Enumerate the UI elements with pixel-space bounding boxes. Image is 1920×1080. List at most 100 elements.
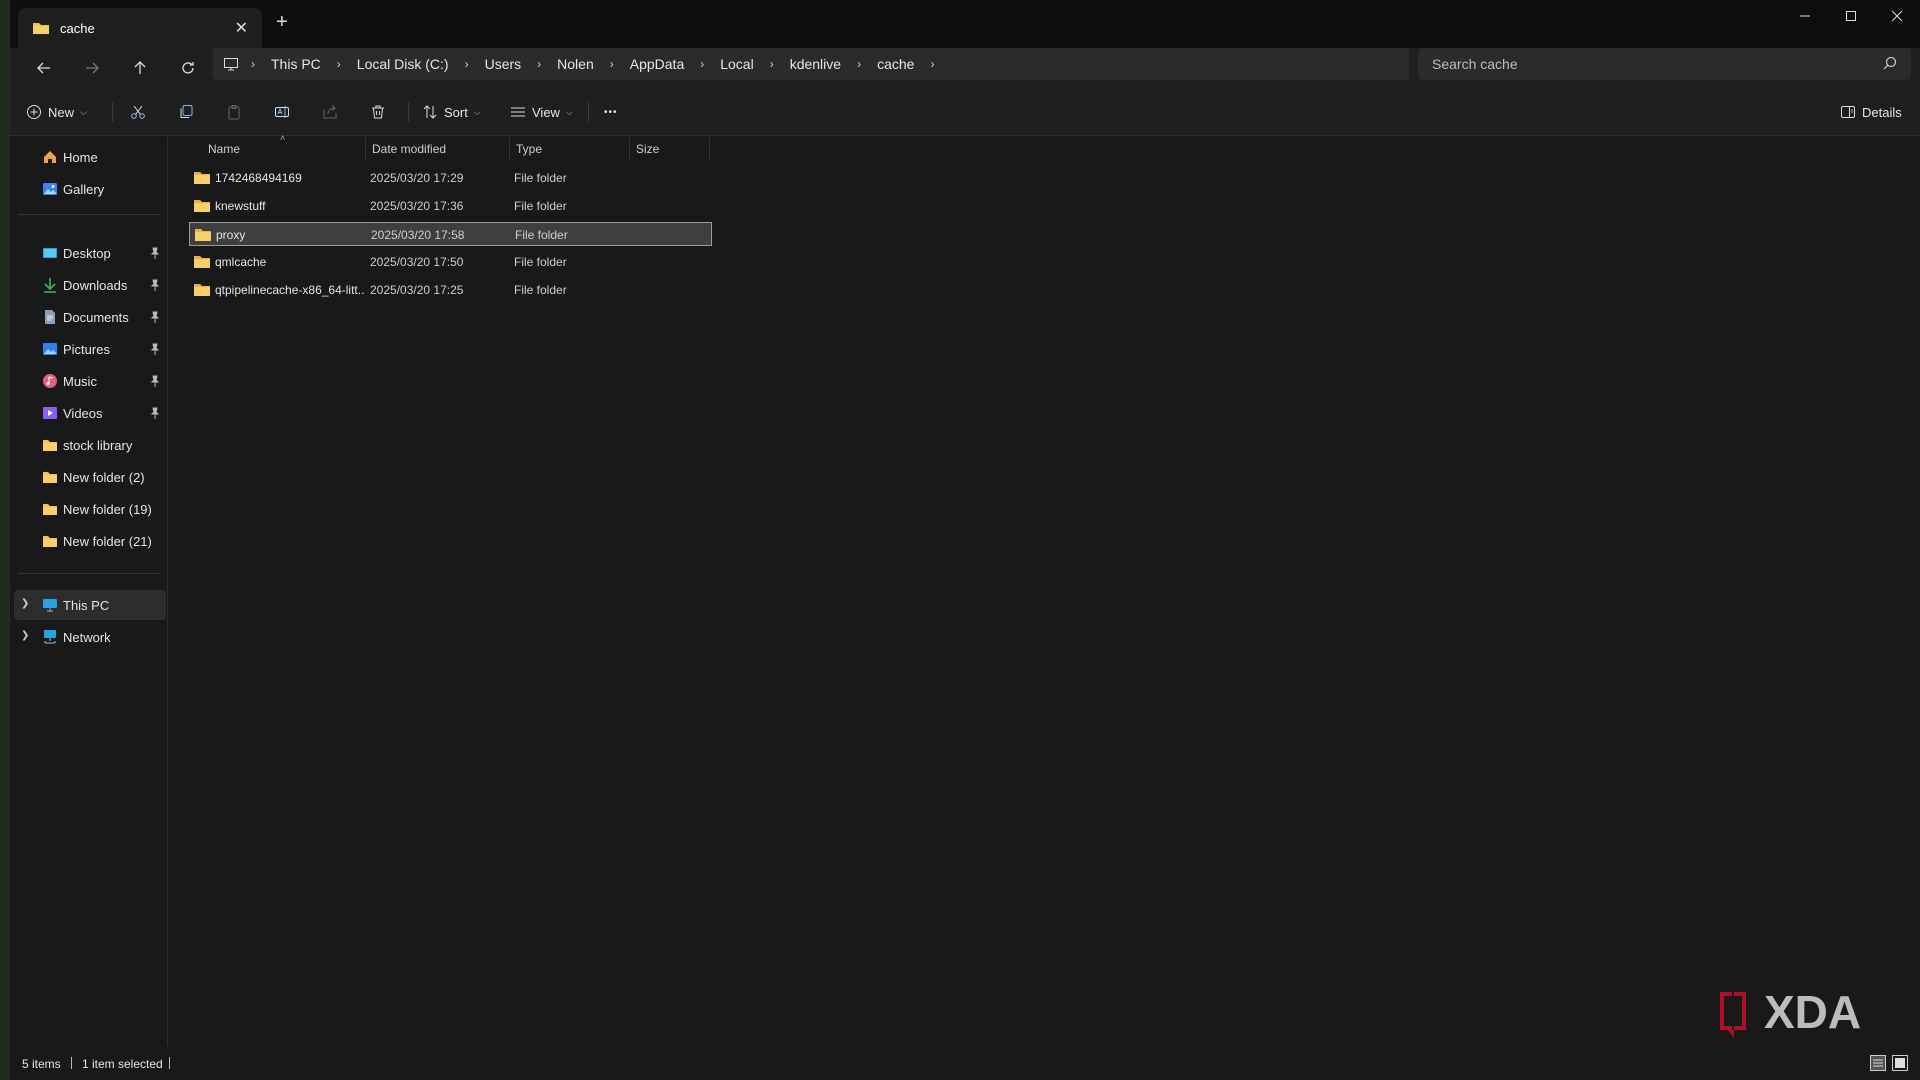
divider	[408, 102, 409, 122]
sidebar-item-home[interactable]: Home	[10, 142, 166, 172]
sidebar-item-new-folder-19[interactable]: New folder (19)	[10, 494, 166, 524]
status-divider	[71, 1057, 72, 1069]
breadcrumb-appdata[interactable]: AppData	[620, 56, 694, 72]
forward-button[interactable]	[76, 56, 108, 80]
file-row[interactable]: knewstuff 2025/03/20 17:36 File folder	[189, 194, 712, 218]
chevron-right-icon[interactable]: ›	[245, 57, 261, 71]
refresh-button[interactable]	[172, 56, 204, 80]
pin-icon[interactable]	[150, 375, 160, 390]
file-row-selected[interactable]: proxy 2025/03/20 17:58 File folder	[189, 222, 712, 246]
sidebar-item-label: New folder (2)	[63, 470, 145, 485]
address-bar[interactable]: › This PC › Local Disk (C:) › Users › No…	[213, 48, 1409, 80]
sidebar-item-label: This PC	[63, 598, 110, 613]
column-divider[interactable]	[365, 137, 366, 161]
chevron-right-icon[interactable]: ›	[764, 57, 780, 71]
chevron-right-icon[interactable]: ›	[924, 57, 940, 71]
breadcrumb-local-disk[interactable]: Local Disk (C:)	[347, 56, 459, 72]
monitor-icon[interactable]	[223, 56, 245, 72]
sidebar-item-stock-library[interactable]: stock library	[10, 430, 166, 460]
pin-icon[interactable]	[150, 311, 160, 326]
column-header-name[interactable]: Name	[208, 137, 348, 161]
close-window-button[interactable]	[1874, 0, 1920, 32]
tiles-view-icon	[1895, 1058, 1905, 1068]
folder-icon	[42, 501, 58, 517]
rename-button[interactable]	[274, 100, 290, 124]
this-pc-icon	[42, 597, 58, 613]
paste-button[interactable]	[226, 100, 242, 124]
details-pane-button[interactable]: Details	[1840, 100, 1902, 124]
column-header-type[interactable]: Type	[516, 137, 626, 161]
file-row[interactable]: qmlcache 2025/03/20 17:50 File folder	[189, 250, 712, 274]
status-divider	[169, 1057, 170, 1069]
chevron-right-icon[interactable]: ›	[851, 57, 867, 71]
chevron-right-icon[interactable]: ›	[694, 57, 710, 71]
up-button[interactable]	[124, 56, 156, 80]
delete-button[interactable]	[370, 100, 386, 124]
share-button[interactable]	[322, 100, 338, 124]
file-explorer-window: cache ✕ + › This PC › Local Disk (C:) ›	[9, 0, 1920, 1080]
details-view-toggle[interactable]	[1870, 1055, 1886, 1071]
breadcrumb-kdenlive[interactable]: kdenlive	[780, 56, 851, 72]
pictures-icon	[42, 341, 58, 357]
pin-icon[interactable]	[150, 247, 160, 262]
file-name: proxy	[216, 228, 246, 242]
paste-icon	[228, 105, 240, 120]
file-date: 2025/03/20 17:29	[370, 171, 464, 185]
sort-button[interactable]: Sort ⌵	[422, 100, 481, 124]
column-header-size[interactable]: Size	[636, 137, 696, 161]
column-divider[interactable]	[629, 137, 630, 161]
breadcrumb-cache[interactable]: cache	[867, 56, 924, 72]
tiles-view-toggle[interactable]	[1892, 1055, 1908, 1071]
breadcrumb-local[interactable]: Local	[710, 56, 763, 72]
close-tab-icon[interactable]: ✕	[235, 18, 248, 38]
sidebar-item-new-folder-21[interactable]: New folder (21)	[10, 526, 166, 556]
plus-circle-icon	[27, 105, 41, 119]
chevron-right-icon[interactable]: ❯	[21, 598, 29, 609]
more-options-button[interactable]: •••	[604, 100, 618, 124]
sidebar-item-downloads[interactable]: Downloads	[10, 270, 166, 300]
file-row[interactable]: qtpipelinecache-x86_64-litt... 2025/03/2…	[189, 278, 712, 302]
file-type: File folder	[514, 199, 567, 213]
music-icon	[42, 373, 58, 389]
pin-icon[interactable]	[150, 279, 160, 294]
chevron-right-icon[interactable]: ›	[604, 57, 620, 71]
sidebar-item-music[interactable]: Music	[10, 366, 166, 396]
sidebar-item-label: New folder (19)	[63, 502, 152, 517]
breadcrumb-users[interactable]: Users	[475, 56, 532, 72]
sidebar-item-label: Home	[63, 150, 98, 165]
new-tab-button[interactable]: +	[276, 12, 288, 32]
minimize-button[interactable]	[1782, 0, 1828, 32]
column-divider[interactable]	[509, 137, 510, 161]
copy-button[interactable]	[178, 100, 194, 124]
folder-icon	[42, 437, 58, 453]
view-button[interactable]: View ⌵	[510, 100, 573, 124]
file-name: qtpipelinecache-x86_64-litt...	[215, 283, 365, 297]
file-date: 2025/03/20 17:58	[371, 228, 465, 242]
tab-cache[interactable]: cache ✕	[18, 8, 262, 48]
pin-icon[interactable]	[150, 343, 160, 358]
column-divider[interactable]	[709, 137, 710, 161]
sidebar-item-videos[interactable]: Videos	[10, 398, 166, 428]
chevron-right-icon[interactable]: ❯	[21, 630, 29, 641]
search-input[interactable]: Search cache	[1418, 48, 1911, 80]
cut-button[interactable]	[130, 100, 146, 124]
pin-icon[interactable]	[150, 407, 160, 422]
sidebar-item-desktop[interactable]: Desktop	[10, 238, 166, 268]
new-button[interactable]: New ⌵	[26, 100, 87, 124]
chevron-right-icon[interactable]: ›	[331, 57, 347, 71]
sidebar-item-gallery[interactable]: Gallery	[10, 174, 166, 204]
column-header-date-modified[interactable]: Date modified	[372, 137, 512, 161]
sidebar-item-documents[interactable]: Documents	[10, 302, 166, 332]
back-button[interactable]	[28, 56, 60, 80]
chevron-right-icon[interactable]: ›	[459, 57, 475, 71]
maximize-button[interactable]	[1828, 0, 1874, 32]
sidebar-item-network[interactable]: ❯ Network	[10, 622, 166, 652]
chevron-right-icon[interactable]: ›	[531, 57, 547, 71]
breadcrumb-this-pc[interactable]: This PC	[261, 56, 331, 72]
sidebar-item-pictures[interactable]: Pictures	[10, 334, 166, 364]
file-row[interactable]: 1742468494169 2025/03/20 17:29 File fold…	[189, 166, 712, 190]
search-icon[interactable]	[1883, 56, 1897, 73]
breadcrumb-nolen[interactable]: Nolen	[547, 56, 604, 72]
sidebar-item-this-pc[interactable]: ❯ This PC	[14, 590, 166, 620]
sidebar-item-new-folder-2[interactable]: New folder (2)	[10, 462, 166, 492]
